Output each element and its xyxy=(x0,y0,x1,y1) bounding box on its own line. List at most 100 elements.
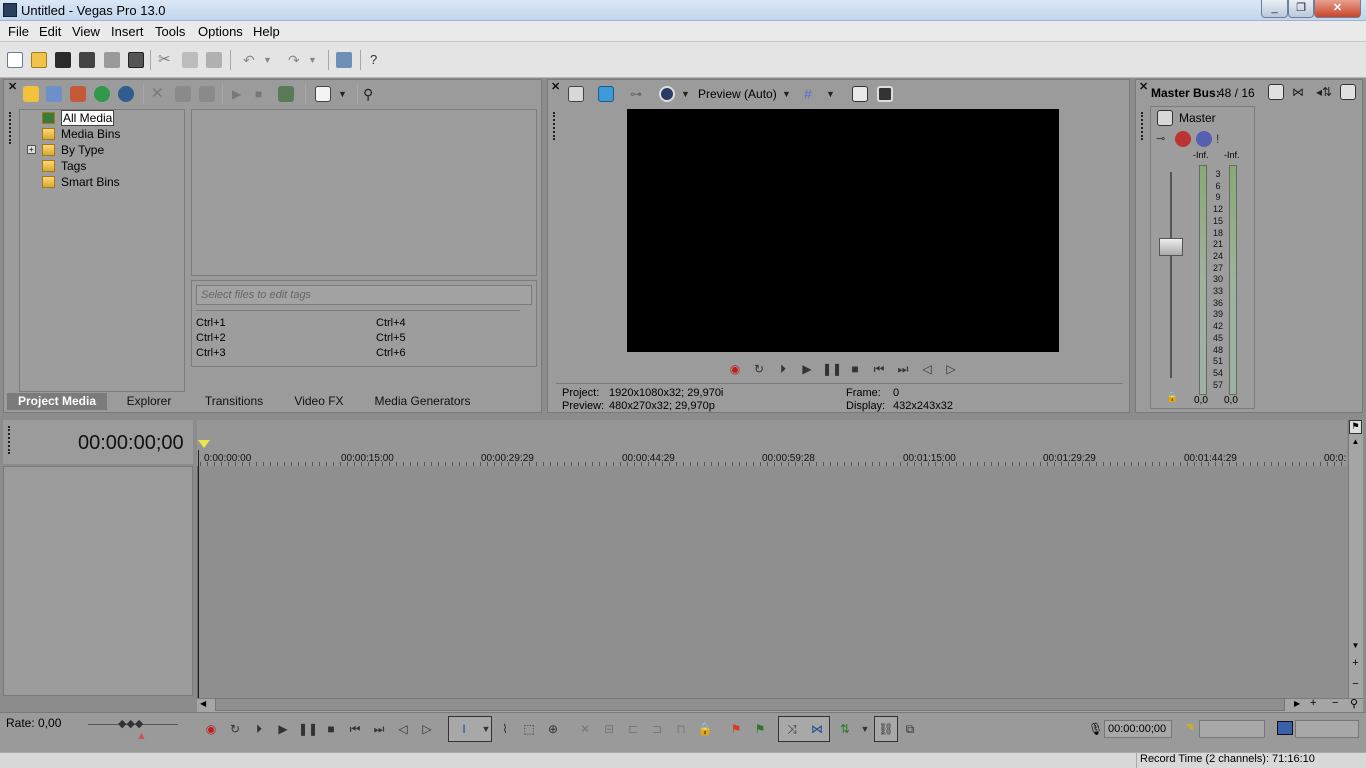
import-media-icon[interactable] xyxy=(23,86,39,102)
get-media-icon[interactable] xyxy=(70,86,86,102)
trim-end-icon[interactable]: ⊐ xyxy=(648,720,666,738)
menu-help[interactable]: Help xyxy=(253,24,280,39)
timeline-timecode[interactable]: 00:00:00;00 xyxy=(78,432,184,455)
zoom-out-horizontal-icon[interactable]: − xyxy=(1332,697,1338,709)
go-to-start-icon[interactable]: ⏮ xyxy=(870,360,888,378)
undo-dropdown-icon[interactable]: ▼ xyxy=(263,52,279,68)
zoom-tool-icon[interactable]: ⚲ xyxy=(1350,697,1358,710)
cut-icon[interactable]: ✂ xyxy=(158,52,174,68)
media-fx-icon[interactable] xyxy=(199,86,215,102)
menu-tools[interactable]: Tools xyxy=(155,24,185,39)
menu-edit[interactable]: Edit xyxy=(39,24,61,39)
record-icon[interactable]: ◉ xyxy=(726,360,744,378)
lock-envelopes-icon[interactable]: ⛓ xyxy=(877,720,895,738)
grid-dropdown-icon[interactable]: ▼ xyxy=(826,86,842,102)
views-dropdown-icon[interactable]: ▼ xyxy=(338,86,354,102)
play-from-start-icon[interactable]: ⏵ xyxy=(774,360,792,378)
tree-item-all-media[interactable]: All Media xyxy=(42,110,115,126)
menu-insert[interactable]: Insert xyxy=(111,24,144,39)
go-to-end-icon[interactable]: ⏭ xyxy=(894,360,912,378)
external-monitor-icon[interactable] xyxy=(598,86,614,102)
preview-properties-icon[interactable] xyxy=(568,86,584,102)
shortcut-ctrl3[interactable]: Ctrl+3 xyxy=(196,346,226,361)
scroll-up-icon[interactable]: ▲ xyxy=(1349,437,1362,450)
zoom-tool-icon[interactable]: ⊕ xyxy=(544,720,562,738)
panel-grip[interactable] xyxy=(9,112,12,144)
selection-tool-icon[interactable]: ⬚ xyxy=(520,720,538,738)
minimize-button[interactable]: _ xyxy=(1261,0,1288,18)
track-list-area[interactable] xyxy=(3,466,193,696)
views-icon[interactable] xyxy=(315,86,331,102)
next-frame-icon[interactable]: ▷ xyxy=(418,720,436,738)
cursor-position-field[interactable]: 00:00:00;00 xyxy=(1104,720,1172,738)
menu-view[interactable]: View xyxy=(72,24,100,39)
tags-input[interactable]: Select files to edit tags xyxy=(196,285,532,305)
auto-ripple-dropdown-icon[interactable]: ▼ xyxy=(856,720,874,738)
split-icon[interactable]: ⊓ xyxy=(672,720,690,738)
overlays-icon[interactable] xyxy=(659,86,675,102)
mixer-view-icon[interactable] xyxy=(1340,84,1356,100)
zoom-out-vertical-icon[interactable]: − xyxy=(1349,678,1362,691)
shortcut-ctrl4[interactable]: Ctrl+4 xyxy=(376,316,406,331)
tab-explorer[interactable]: Explorer xyxy=(115,393,183,410)
shortcut-ctrl2[interactable]: Ctrl+2 xyxy=(196,331,226,346)
stop-media-icon[interactable]: ■ xyxy=(255,86,271,102)
save-icon[interactable] xyxy=(55,52,71,68)
tree-item-by-type[interactable]: By Type xyxy=(42,143,104,157)
redo-icon[interactable]: ↷ xyxy=(288,52,304,68)
normal-edit-tool-icon[interactable]: I xyxy=(455,720,473,738)
lock-icon[interactable]: 🔒 xyxy=(696,720,714,738)
pause-icon[interactable]: ❚❚ xyxy=(822,360,842,378)
tree-item-smart-bins[interactable]: Smart Bins xyxy=(42,175,120,189)
tree-item-tags[interactable]: Tags xyxy=(42,159,86,173)
paste-icon[interactable] xyxy=(206,52,222,68)
play-icon[interactable]: ▶ xyxy=(274,720,292,738)
trim-icon[interactable]: ⊟ xyxy=(600,720,618,738)
envelope-tool-icon[interactable]: ⌇ xyxy=(496,720,514,738)
play-media-icon[interactable]: ▶ xyxy=(232,86,248,102)
zoom-in-horizontal-icon[interactable]: + xyxy=(1310,697,1316,709)
split-screen-icon[interactable]: ⊶ xyxy=(630,86,646,102)
search-icon[interactable]: ⚲ xyxy=(363,86,379,102)
master-fx-icon[interactable] xyxy=(1175,131,1191,147)
downmix-icon[interactable]: ⋈ xyxy=(1292,84,1308,100)
video-preview-screen[interactable] xyxy=(627,109,1059,352)
go-to-start-icon[interactable]: ⏮ xyxy=(346,720,364,738)
play-icon[interactable]: ▶ xyxy=(798,360,816,378)
stop-icon[interactable]: ■ xyxy=(846,360,864,378)
trim-start-icon[interactable]: ⊏ xyxy=(624,720,642,738)
capture-video-icon[interactable] xyxy=(46,86,62,102)
selection-start-field[interactable] xyxy=(1199,720,1265,738)
save-as-icon[interactable] xyxy=(79,52,95,68)
loop-playback-icon[interactable]: ↻ xyxy=(750,360,768,378)
overlays-dropdown-icon[interactable]: ▼ xyxy=(681,86,697,102)
auto-preview-icon[interactable] xyxy=(278,86,294,102)
menu-file[interactable]: File xyxy=(8,24,29,39)
next-frame-icon[interactable]: ▷ xyxy=(942,360,960,378)
record-icon[interactable]: ◉ xyxy=(202,720,220,738)
app-icon[interactable] xyxy=(3,3,17,17)
close-button[interactable]: ✕ xyxy=(1314,0,1361,18)
menu-options[interactable]: Options xyxy=(198,24,243,39)
shortcut-ctrl6[interactable]: Ctrl+6 xyxy=(376,346,406,361)
panel-grip[interactable] xyxy=(553,112,556,140)
expand-by-type-icon[interactable]: + xyxy=(27,145,36,154)
media-properties-icon[interactable] xyxy=(175,86,191,102)
shortcut-ctrl5[interactable]: Ctrl+5 xyxy=(376,331,406,346)
new-project-icon[interactable] xyxy=(7,52,23,68)
delete-icon[interactable]: ✕ xyxy=(576,720,594,738)
tab-media-generators[interactable]: Media Generators xyxy=(365,393,480,410)
shortcut-ctrl1[interactable]: Ctrl+1 xyxy=(196,316,226,331)
open-icon[interactable] xyxy=(31,52,47,68)
insert-region-icon[interactable]: ⚑ xyxy=(751,720,769,738)
master-solo-icon[interactable]: ! xyxy=(1216,131,1232,147)
marker-flag-icon[interactable]: ⚑ xyxy=(1349,420,1362,434)
scroll-thumb[interactable] xyxy=(215,698,1285,711)
loop-playback-icon[interactable]: ↻ xyxy=(226,720,244,738)
panel-close-icon[interactable]: ✕ xyxy=(1139,80,1148,93)
copy-snapshot-icon[interactable] xyxy=(852,86,868,102)
edit-tool-dropdown-icon[interactable]: ▼ xyxy=(477,720,495,738)
panel-grip[interactable] xyxy=(1141,112,1144,140)
master-properties-icon[interactable] xyxy=(1157,110,1173,126)
go-to-end-icon[interactable]: ⏭ xyxy=(370,720,388,738)
